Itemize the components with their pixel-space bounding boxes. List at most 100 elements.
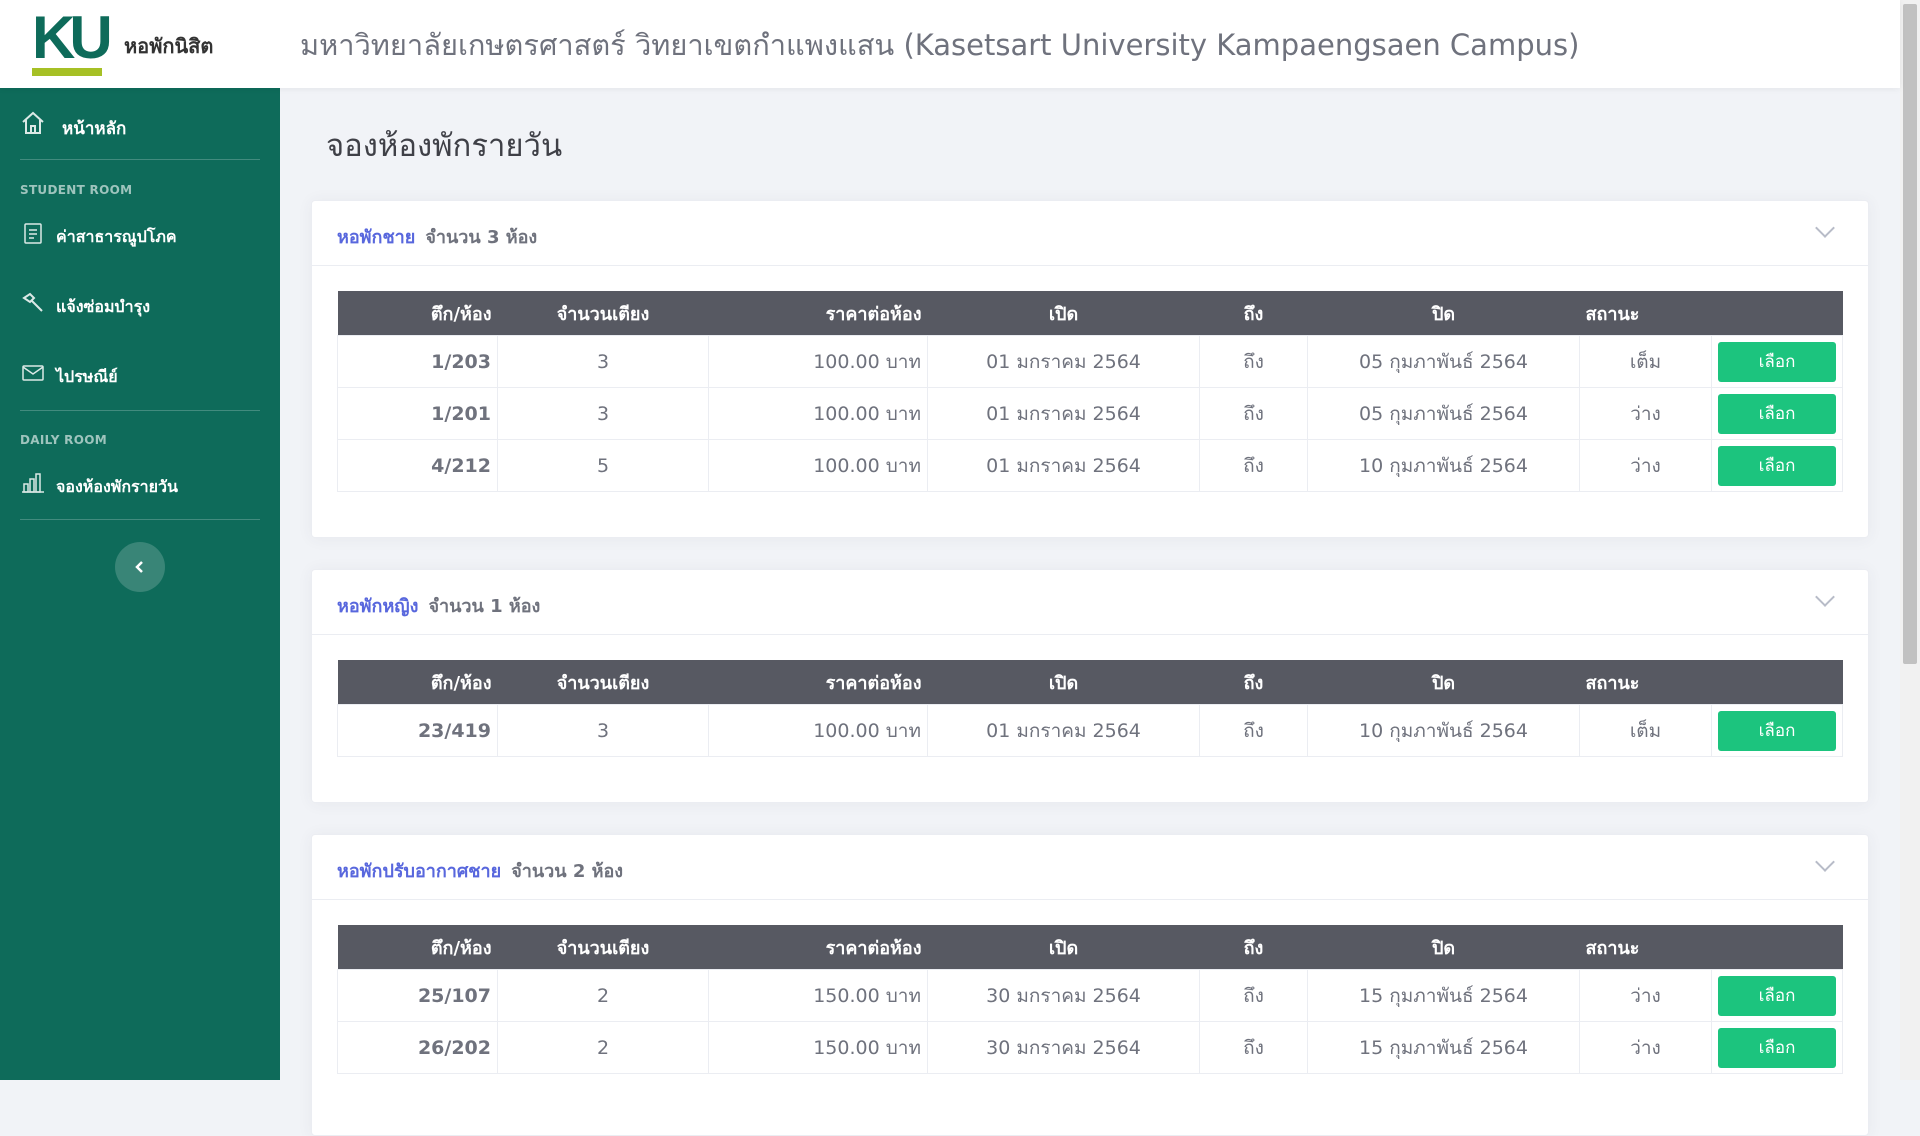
dorm-card-header[interactable]: หอพักชาย จำนวน 3 ห้อง — [312, 201, 1868, 266]
chevron-left-icon — [135, 561, 143, 573]
section-label-student-room: STUDENT ROOM — [20, 183, 133, 197]
col-header-close: ปิด — [1307, 660, 1580, 705]
cell-room: 4/212 — [337, 439, 498, 492]
cell-open-date: 30 มกราคม 2564 — [927, 969, 1200, 1022]
sidebar-item-label: ค่าสาธารณูปโภค — [56, 227, 177, 246]
divider — [20, 410, 260, 411]
hammer-icon — [22, 292, 43, 312]
dorm-card-title: หอพักชาย จำนวน 3 ห้อง — [337, 222, 537, 251]
sidebar-item-daily-booking[interactable]: จองห้องพักรายวัน — [0, 458, 280, 514]
dorm-room-count: จำนวน 3 ห้อง — [425, 227, 538, 248]
col-header-close: ปิด — [1307, 291, 1580, 336]
cell-open-date: 01 มกราคม 2564 — [927, 704, 1200, 757]
col-header-status: สถานะ — [1579, 660, 1712, 705]
cell-status: ว่าง — [1579, 387, 1712, 440]
col-header-status: สถานะ — [1579, 291, 1712, 336]
col-header-action — [1711, 925, 1843, 970]
sidebar-item-mail[interactable]: ไปรษณีย์ — [0, 348, 280, 404]
rooms-table: ตึก/ห้อง จำนวนเตียง ราคาต่อห้อง เปิด ถึง… — [337, 925, 1843, 1074]
table-header-row: ตึก/ห้อง จำนวนเตียง ราคาต่อห้อง เปิด ถึง… — [337, 291, 1843, 336]
col-header-price: ราคาต่อห้อง — [708, 660, 928, 705]
table-header-row: ตึก/ห้อง จำนวนเตียง ราคาต่อห้อง เปิด ถึง… — [337, 660, 1843, 705]
sidebar-item-repair[interactable]: แจ้งซ่อมบำรุง — [0, 278, 280, 334]
divider — [20, 519, 260, 520]
brand-logo[interactable]: KU หอพักนิสิต — [0, 0, 280, 88]
select-button[interactable]: เลือก — [1718, 445, 1836, 486]
table-row: 23/419 3 100.00 บาท 01 มกราคม 2564 ถึง 1… — [337, 704, 1843, 757]
select-button[interactable]: เลือก — [1718, 1027, 1836, 1068]
cell-status: ว่าง — [1579, 969, 1712, 1022]
sidebar-item-label: จองห้องพักรายวัน — [56, 477, 178, 496]
cell-action: เลือก — [1711, 1021, 1843, 1074]
dorm-card-header[interactable]: หอพักปรับอากาศชาย จำนวน 2 ห้อง — [312, 835, 1868, 900]
cell-open-date: 01 มกราคม 2564 — [927, 439, 1200, 492]
dorm-name: หอพักชาย — [337, 227, 416, 248]
logo-text: หอพักนิสิต — [124, 34, 214, 58]
cell-status: เต็ม — [1579, 704, 1712, 757]
scrollbar-thumb[interactable] — [1903, 4, 1917, 664]
table-header-row: ตึก/ห้อง จำนวนเตียง ราคาต่อห้อง เปิด ถึง… — [337, 925, 1843, 970]
cell-close-date: 05 กุมภาพันธ์ 2564 — [1307, 387, 1580, 440]
cell-room: 26/202 — [337, 1021, 498, 1074]
dorm-card-title: หอพักหญิง จำนวน 1 ห้อง — [337, 591, 540, 620]
cell-to: ถึง — [1199, 439, 1308, 492]
cell-action: เลือก — [1711, 704, 1843, 757]
cell-beds: 3 — [497, 335, 709, 388]
col-header-price: ราคาต่อห้อง — [708, 291, 928, 336]
table-row: 1/201 3 100.00 บาท 01 มกราคม 2564 ถึง 05… — [337, 387, 1843, 440]
col-header-open: เปิด — [927, 925, 1200, 970]
cell-open-date: 01 มกราคม 2564 — [927, 387, 1200, 440]
cell-beds: 5 — [497, 439, 709, 492]
cell-to: ถึง — [1199, 969, 1308, 1022]
sidebar-item-utilities[interactable]: ค่าสาธารณูปโภค — [0, 208, 280, 264]
top-header: KU หอพักนิสิต มหาวิทยาลัยเกษตรศาสตร์ วิท… — [0, 0, 1900, 88]
cell-close-date: 15 กุมภาพันธ์ 2564 — [1307, 969, 1580, 1022]
col-header-to: ถึง — [1199, 291, 1308, 336]
col-header-close: ปิด — [1307, 925, 1580, 970]
envelope-icon — [22, 365, 44, 381]
dorm-card-header[interactable]: หอพักหญิง จำนวน 1 ห้อง — [312, 570, 1868, 635]
col-header-beds: จำนวนเตียง — [497, 291, 709, 336]
site-title: มหาวิทยาลัยเกษตรศาสตร์ วิทยาเขตกำแพงแสน … — [300, 28, 1580, 62]
cell-close-date: 05 กุมภาพันธ์ 2564 — [1307, 335, 1580, 388]
cell-price: 100.00 บาท — [708, 387, 928, 440]
chevron-down-icon[interactable] — [1815, 852, 1835, 872]
select-button[interactable]: เลือก — [1718, 341, 1836, 382]
dorm-name: หอพักหญิง — [337, 596, 419, 617]
cell-status: ว่าง — [1579, 1021, 1712, 1074]
sidebar-collapse-button[interactable] — [115, 542, 165, 592]
col-header-room: ตึก/ห้อง — [337, 925, 498, 970]
chevron-down-icon[interactable] — [1815, 587, 1835, 607]
cell-room: 1/201 — [337, 387, 498, 440]
dorm-room-count: จำนวน 2 ห้อง — [511, 861, 624, 882]
cell-room: 25/107 — [337, 969, 498, 1022]
cell-beds: 2 — [497, 1021, 709, 1074]
table-row: 25/107 2 150.00 บาท 30 มกราคม 2564 ถึง 1… — [337, 969, 1843, 1022]
logo-accent-bar — [32, 68, 102, 76]
home-icon — [22, 111, 44, 134]
sidebar-item-label: หน้าหลัก — [62, 119, 127, 139]
page-scrollbar[interactable] — [1900, 0, 1920, 1080]
cell-price: 100.00 บาท — [708, 335, 928, 388]
sidebar-item-home[interactable]: หน้าหลัก — [0, 98, 280, 154]
building-chart-icon — [22, 473, 44, 493]
select-button[interactable]: เลือก — [1718, 710, 1836, 751]
cell-to: ถึง — [1199, 704, 1308, 757]
select-button[interactable]: เลือก — [1718, 393, 1836, 434]
col-header-beds: จำนวนเตียง — [497, 925, 709, 970]
col-header-price: ราคาต่อห้อง — [708, 925, 928, 970]
col-header-action — [1711, 291, 1843, 336]
cell-action: เลือก — [1711, 335, 1843, 388]
dorm-card: หอพักหญิง จำนวน 1 ห้อง ตึก/ห้อง จำนวนเตีย… — [311, 569, 1869, 803]
cell-action: เลือก — [1711, 387, 1843, 440]
cell-room: 23/419 — [337, 704, 498, 757]
cell-open-date: 30 มกราคม 2564 — [927, 1021, 1200, 1074]
cell-to: ถึง — [1199, 1021, 1308, 1074]
sidebar-item-label: ไปรษณีย์ — [56, 367, 118, 386]
cell-status: ว่าง — [1579, 439, 1712, 492]
col-header-to: ถึง — [1199, 925, 1308, 970]
chevron-down-icon[interactable] — [1815, 218, 1835, 238]
select-button[interactable]: เลือก — [1718, 975, 1836, 1016]
col-header-beds: จำนวนเตียง — [497, 660, 709, 705]
cell-to: ถึง — [1199, 387, 1308, 440]
